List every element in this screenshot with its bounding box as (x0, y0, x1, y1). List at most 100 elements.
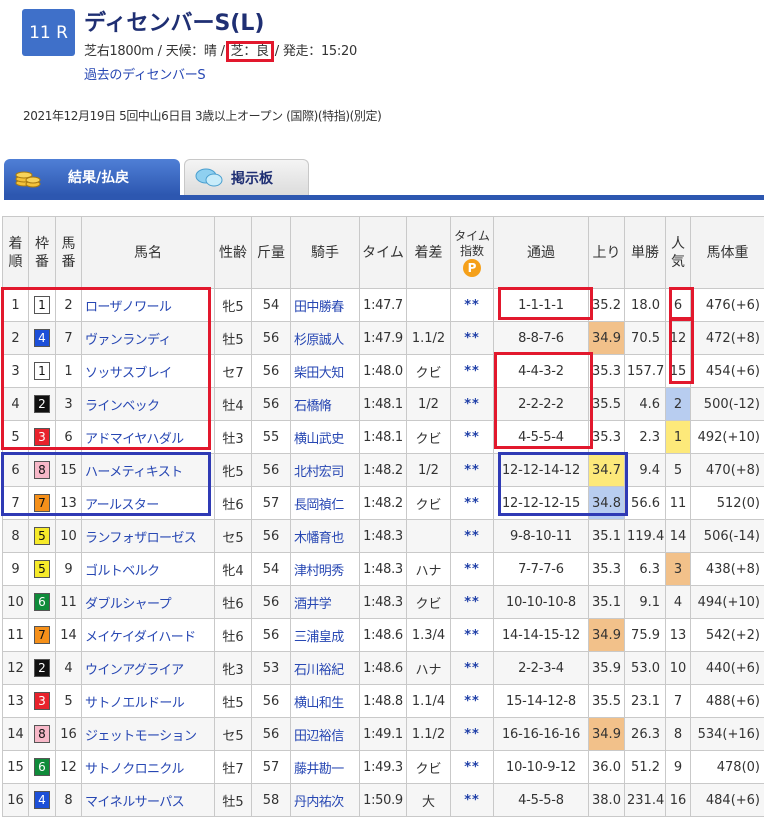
time-index-value[interactable]: ** (464, 430, 480, 445)
table-row: 8 5 10 ランフォザローゼス セ5 56 木幡育也 1:48.3 ** 9-8-10-11 35… (2, 519, 764, 553)
jockey-link[interactable]: 藤井勘一 (290, 750, 360, 784)
horse-name-link[interactable]: サトノクロニクル (81, 750, 215, 784)
jockey-link[interactable]: 北村宏司 (290, 453, 360, 487)
horse-name-link[interactable]: ヴァンランディ (81, 321, 215, 355)
time-index-value[interactable]: ** (464, 331, 480, 346)
horse-name-link[interactable]: ウインアグライア (81, 651, 215, 685)
time-index-cell[interactable]: ** (450, 420, 494, 454)
jockey-link[interactable]: 田中勝春 (290, 288, 360, 322)
horse-name-link[interactable]: ジェットモーション (81, 717, 215, 751)
jockey-link[interactable]: 三浦皇成 (290, 618, 360, 652)
last3f-cell: 35.1 (588, 585, 625, 619)
body-weight-cell: 470(+8) (690, 453, 764, 487)
time-index-cell[interactable]: ** (450, 519, 494, 553)
header-passing: 通過 (493, 216, 589, 289)
jockey-link[interactable]: 石橋脩 (290, 387, 360, 421)
passing-cell: 10-10-9-12 (493, 750, 589, 784)
time-index-cell[interactable]: ** (450, 486, 494, 520)
margin-cell: 1/2 (406, 387, 451, 421)
time-index-cell[interactable]: ** (450, 585, 494, 619)
jockey-link[interactable]: 長岡禎仁 (290, 486, 360, 520)
time-index-value[interactable]: ** (464, 463, 480, 478)
time-index-cell[interactable]: ** (450, 453, 494, 487)
waku-cell: 7 (28, 486, 56, 520)
time-index-value[interactable]: ** (464, 727, 480, 742)
jockey-link[interactable]: 横山武史 (290, 420, 360, 454)
time-index-value[interactable]: ** (464, 364, 480, 379)
time-index-cell[interactable]: ** (450, 354, 494, 388)
time-index-cell[interactable]: ** (450, 750, 494, 784)
time-index-cell[interactable]: ** (450, 651, 494, 685)
time-cell: 1:49.3 (359, 750, 407, 784)
time-index-value[interactable]: ** (464, 529, 480, 544)
last3f-cell: 34.8 (588, 486, 625, 520)
jockey-link[interactable]: 木幡育也 (290, 519, 360, 553)
jockey-link[interactable]: 酒井学 (290, 585, 360, 619)
tab-results-payouts[interactable]: 結果/払戻 (4, 159, 180, 195)
waku-cell: 2 (28, 387, 56, 421)
time-index-cell[interactable]: ** (450, 783, 494, 817)
rank-cell: 6 (2, 453, 29, 487)
time-index-value[interactable]: ** (464, 628, 480, 643)
last3f-cell: 38.0 (588, 783, 625, 817)
horse-name-link[interactable]: サトノエルドール (81, 684, 215, 718)
time-index-cell[interactable]: ** (450, 684, 494, 718)
jockey-link[interactable]: 津村明秀 (290, 552, 360, 586)
horse-name-link[interactable]: ランフォザローゼス (81, 519, 215, 553)
time-index-cell[interactable]: ** (450, 387, 494, 421)
horse-name-link[interactable]: メイケイダイハード (81, 618, 215, 652)
margin-cell: クビ (406, 420, 451, 454)
table-row: 2 4 7 ヴァンランディ 牡5 56 杉原誠人 1:47.9 1.1/2 ** 8-8-7-6 34… (2, 321, 764, 355)
horse-name-link[interactable]: ゴルトベルク (81, 552, 215, 586)
time-index-cell[interactable]: ** (450, 321, 494, 355)
jockey-link[interactable]: 横山和生 (290, 684, 360, 718)
sex-age-cell: セ5 (214, 519, 252, 553)
time-index-value[interactable]: ** (464, 562, 480, 577)
jockey-link[interactable]: 柴田大知 (290, 354, 360, 388)
time-index-cell[interactable]: ** (450, 618, 494, 652)
jockey-link[interactable]: 石川裕紀 (290, 651, 360, 685)
horse-name-link[interactable]: ダブルシャープ (81, 585, 215, 619)
time-index-value[interactable]: ** (464, 661, 480, 676)
jockey-link[interactable]: 丹内祐次 (290, 783, 360, 817)
time-cell: 1:48.3 (359, 552, 407, 586)
horse-name-link[interactable]: ハーメティキスト (81, 453, 215, 487)
time-index-cell[interactable]: ** (450, 288, 494, 322)
passing-cell: 7-7-7-6 (493, 552, 589, 586)
premium-p-icon[interactable]: P (463, 258, 481, 277)
horse-name-link[interactable]: ラインベック (81, 387, 215, 421)
jockey-link[interactable]: 田辺裕信 (290, 717, 360, 751)
horse-name-link[interactable]: ソッサスブレイ (81, 354, 215, 388)
waku-badge: 6 (34, 593, 50, 611)
track-condition-label: 芝：良 (225, 41, 274, 62)
time-index-value[interactable]: ** (464, 298, 480, 313)
waku-badge: 7 (34, 494, 50, 512)
time-cell: 1:48.0 (359, 354, 407, 388)
passing-cell: 4-4-3-2 (493, 354, 589, 388)
horse-name-link[interactable]: アールスター (81, 486, 215, 520)
time-index-cell[interactable]: ** (450, 552, 494, 586)
weight-cell: 56 (251, 519, 291, 553)
horse-name-link[interactable]: マイネルサーパス (81, 783, 215, 817)
time-index-value[interactable]: ** (464, 595, 480, 610)
time-index-value[interactable]: ** (464, 496, 480, 511)
header-margin: 着差 (406, 216, 451, 289)
time-index-value[interactable]: ** (464, 760, 480, 775)
umaban-cell: 1 (55, 354, 82, 388)
waku-cell: 6 (28, 585, 56, 619)
horse-name-link[interactable]: ローザノワール (81, 288, 215, 322)
time-index-cell[interactable]: ** (450, 717, 494, 751)
past-races-link[interactable]: 過去のディセンバーS (84, 64, 206, 83)
popularity-cell: 9 (665, 750, 691, 784)
tab-message-board[interactable]: 掲示板 (184, 159, 309, 195)
weight-cell: 57 (251, 750, 291, 784)
time-index-value[interactable]: ** (464, 793, 480, 808)
time-index-value[interactable]: ** (464, 397, 480, 412)
body-weight-cell: 542(+2) (690, 618, 764, 652)
jockey-link[interactable]: 杉原誠人 (290, 321, 360, 355)
umaban-cell: 10 (55, 519, 82, 553)
time-index-value[interactable]: ** (464, 694, 480, 709)
horse-name-link[interactable]: アドマイヤハダル (81, 420, 215, 454)
table-row: 7 7 13 アールスター 牡6 57 長岡禎仁 1:48.2 クビ ** 12-12-12-15 3… (2, 486, 764, 520)
body-weight-cell: 500(-12) (690, 387, 764, 421)
